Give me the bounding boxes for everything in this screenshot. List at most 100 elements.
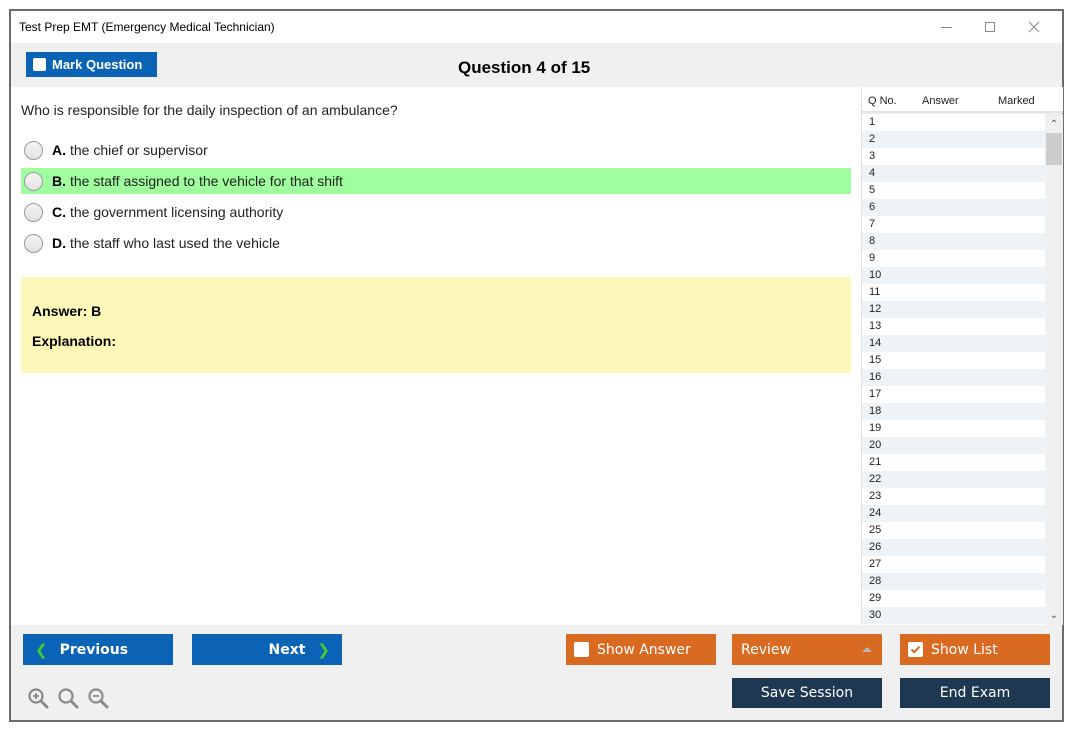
radio-button[interactable]	[24, 140, 43, 160]
minimize-button[interactable]	[926, 15, 966, 39]
column-q-no[interactable]: Q No.	[868, 95, 897, 107]
question-list-row[interactable]: 24	[862, 505, 1045, 522]
question-list-row[interactable]: 27	[862, 556, 1045, 573]
question-list-row[interactable]: 28	[862, 573, 1045, 590]
review-label: Review	[741, 641, 791, 658]
radio-button[interactable]	[24, 171, 43, 191]
question-list-row[interactable]: 30	[862, 607, 1045, 624]
option-text: the chief or supervisor	[70, 142, 208, 158]
chevron-right-icon: ❯	[317, 640, 330, 659]
column-marked[interactable]: Marked	[998, 95, 1035, 107]
question-text: Who is responsible for the daily inspect…	[21, 102, 398, 118]
zoom-in-icon[interactable]	[27, 687, 49, 709]
mark-checkbox-icon	[33, 58, 46, 71]
maximize-button[interactable]	[970, 15, 1010, 39]
option-a[interactable]: A. the chief or supervisor	[21, 137, 851, 163]
question-list-row[interactable]: 22	[862, 471, 1045, 488]
question-list-row[interactable]: 11	[862, 284, 1045, 301]
show-list-toggle[interactable]: Show List	[900, 634, 1050, 665]
option-d[interactable]: D. the staff who last used the vehicle	[21, 230, 851, 256]
close-button[interactable]	[1014, 15, 1054, 39]
question-list-row[interactable]: 4	[862, 165, 1045, 182]
chevron-up-icon: ⌃	[1049, 118, 1059, 130]
maximize-icon	[985, 22, 995, 32]
question-list-header: Q No. Answer Marked	[862, 87, 1063, 113]
question-list-row[interactable]: 26	[862, 539, 1045, 556]
title-bar: Test Prep EMT (Emergency Medical Technic…	[11, 11, 1062, 43]
question-list-row[interactable]: 1	[862, 114, 1045, 131]
footer-toolbar: ❮ Previous Next ❯ Show Answer Review Sho…	[11, 625, 1062, 720]
question-panel: Who is responsible for the daily inspect…	[11, 87, 861, 625]
question-list-row[interactable]: 12	[862, 301, 1045, 318]
question-list-row[interactable]: 23	[862, 488, 1045, 505]
previous-label: Previous	[59, 641, 129, 658]
answer-explanation-box: Answer: B Explanation:	[21, 277, 851, 373]
question-header: Mark Question Question 4 of 15	[11, 43, 1062, 87]
option-b[interactable]: B. the staff assigned to the vehicle for…	[21, 168, 851, 194]
question-list-row[interactable]: 21	[862, 454, 1045, 471]
mark-question-button[interactable]: Mark Question	[26, 52, 157, 77]
caret-up-icon	[862, 647, 872, 652]
previous-button[interactable]: ❮ Previous	[23, 634, 173, 665]
radio-button[interactable]	[24, 233, 43, 253]
question-list-row[interactable]: 6	[862, 199, 1045, 216]
question-list-row[interactable]: 19	[862, 420, 1045, 437]
end-exam-label: End Exam	[939, 685, 1011, 701]
next-button[interactable]: Next ❯	[192, 634, 342, 665]
option-letter: C.	[52, 204, 66, 220]
question-list-row[interactable]: 14	[862, 335, 1045, 352]
question-list-row[interactable]: 29	[862, 590, 1045, 607]
window-title: Test Prep EMT (Emergency Medical Technic…	[19, 20, 275, 34]
checkbox-checked-icon	[908, 642, 923, 657]
question-list-row[interactable]: 7	[862, 216, 1045, 233]
show-list-label: Show List	[931, 641, 998, 658]
minimize-icon	[940, 26, 952, 28]
question-list-row[interactable]: 5	[862, 182, 1045, 199]
question-list-scrollbar[interactable]: ⌃ ⌄	[1045, 114, 1063, 625]
save-session-button[interactable]: Save Session	[732, 678, 882, 708]
question-list-panel: Q No. Answer Marked 1 2 3 4 5 6 7 8 9 10 11 12 13 14 1…	[861, 87, 1063, 625]
column-answer[interactable]: Answer	[922, 95, 959, 107]
scroll-up-button[interactable]: ⌃	[1045, 116, 1063, 132]
question-list-row[interactable]: 18	[862, 403, 1045, 420]
end-exam-button[interactable]: End Exam	[900, 678, 1050, 708]
answer-label: Answer: B	[32, 303, 102, 319]
next-label: Next	[268, 641, 306, 658]
show-answer-toggle[interactable]: Show Answer	[566, 634, 716, 665]
question-list-row[interactable]: 13	[862, 318, 1045, 335]
option-text: the staff who last used the vehicle	[70, 235, 280, 251]
question-list-rows: 1 2 3 4 5 6 7 8 9 10 11 12 13 14 15 16 17 18 19 20 21 22 23 24 2…	[862, 114, 1045, 625]
question-list-row[interactable]: 16	[862, 369, 1045, 386]
mark-question-label: Mark Question	[52, 57, 143, 72]
question-list-row[interactable]: 2	[862, 131, 1045, 148]
question-list-row[interactable]: 3	[862, 148, 1045, 165]
question-list-row[interactable]: 17	[862, 386, 1045, 403]
chevron-down-icon: ⌄	[1049, 609, 1059, 621]
close-icon	[1028, 21, 1040, 33]
zoom-controls	[27, 687, 109, 709]
question-list-row[interactable]: 15	[862, 352, 1045, 369]
question-list-row[interactable]: 9	[862, 250, 1045, 267]
option-c[interactable]: C. the government licensing authority	[21, 199, 851, 225]
question-list-row[interactable]: 10	[862, 267, 1045, 284]
option-text: the staff assigned to the vehicle for th…	[70, 173, 343, 189]
option-letter: D.	[52, 235, 66, 251]
show-answer-label: Show Answer	[597, 641, 691, 658]
radio-button[interactable]	[24, 202, 43, 222]
scroll-thumb[interactable]	[1046, 133, 1062, 165]
save-session-label: Save Session	[760, 685, 854, 701]
chevron-left-icon: ❮	[35, 640, 48, 659]
review-dropdown[interactable]: Review	[732, 634, 882, 665]
option-letter: A.	[52, 142, 66, 158]
option-text: the government licensing authority	[70, 204, 284, 220]
question-list-row[interactable]: 20	[862, 437, 1045, 454]
question-counter: Question 4 of 15	[458, 58, 591, 77]
question-list-row[interactable]: 8	[862, 233, 1045, 250]
scroll-down-button[interactable]: ⌄	[1045, 607, 1063, 623]
zoom-reset-icon[interactable]	[57, 687, 79, 709]
zoom-out-icon[interactable]	[87, 687, 109, 709]
question-list-row[interactable]: 25	[862, 522, 1045, 539]
checkbox-icon	[574, 642, 589, 657]
explanation-label: Explanation:	[32, 333, 117, 349]
option-letter: B.	[52, 173, 66, 189]
